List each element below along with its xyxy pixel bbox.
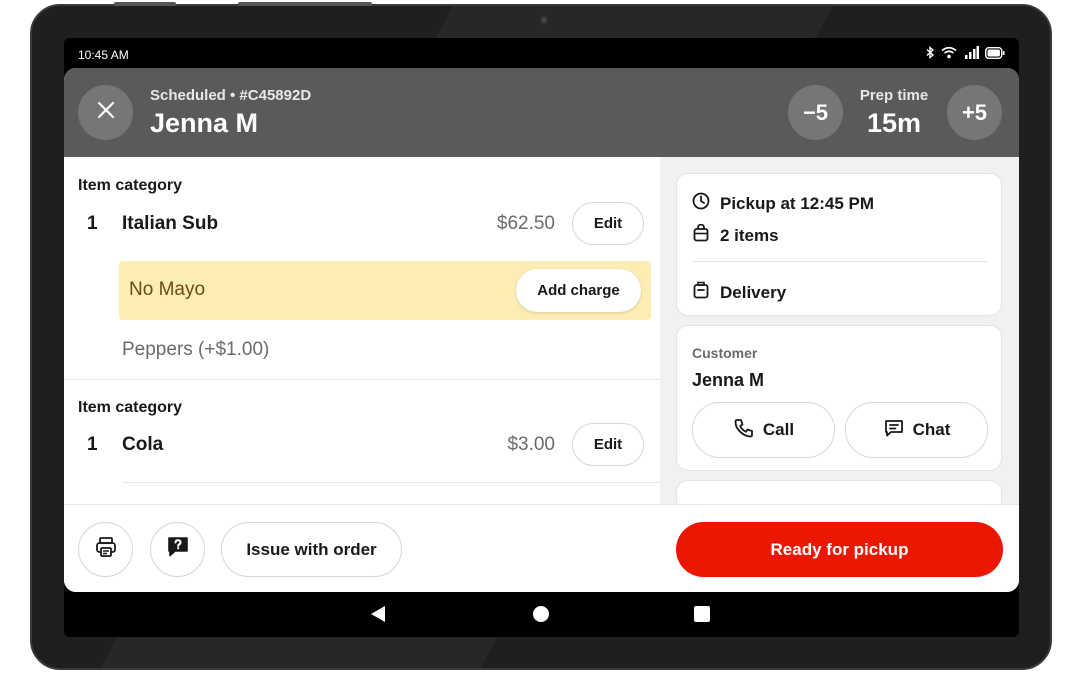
item-quantity: 1 (87, 213, 98, 234)
print-button[interactable] (78, 522, 133, 577)
status-bar: 10:45 AM (64, 38, 1019, 68)
close-icon (97, 101, 115, 124)
prep-time-increase-button[interactable]: +5 (947, 85, 1002, 140)
chat-icon (883, 417, 905, 444)
item-name: Cola (122, 434, 164, 455)
edit-item-button[interactable]: Edit (572, 202, 644, 245)
customer-name: Jenna M (692, 370, 765, 390)
android-nav-bar (64, 592, 1019, 637)
order-items-panel: Item category 1 Italian Sub $62.50 Edit … (64, 157, 660, 504)
add-charge-button[interactable]: Add charge (516, 269, 641, 312)
item-category-label: Item category (78, 399, 183, 416)
order-customer-name: Jenna M (150, 108, 259, 138)
help-chat-icon (165, 534, 191, 565)
call-button[interactable]: Call (692, 402, 835, 458)
battery-icon (984, 46, 1005, 62)
note-text: No Mayo (129, 279, 206, 300)
screen: 10:45 AM Scheduled • #C45892D Jenna M −5… (64, 38, 1019, 637)
card-divider (692, 261, 987, 262)
item-category-label: Item category (78, 177, 183, 194)
tablet-frame: 10:45 AM Scheduled • #C45892D Jenna M −5… (30, 2, 1052, 670)
issue-with-order-button[interactable]: Issue with order (221, 522, 402, 577)
close-button[interactable] (78, 85, 133, 140)
volume-button (114, 2, 176, 6)
customer-label: Customer (692, 345, 758, 361)
item-name: Italian Sub (122, 213, 219, 234)
ready-for-pickup-button[interactable]: Ready for pickup (676, 522, 1003, 577)
order-action-bar: Issue with order Ready for pickup (64, 504, 1019, 592)
status-icons (925, 46, 1005, 62)
item-divider (122, 482, 660, 483)
item-quantity: 1 (87, 434, 98, 455)
power-button (238, 2, 372, 6)
wifi-icon (941, 46, 957, 62)
recents-nav-icon[interactable] (694, 606, 710, 622)
order-header: Scheduled • #C45892D Jenna M −5 Prep tim… (64, 68, 1019, 157)
item-price: $3.00 (507, 434, 555, 455)
help-chat-button[interactable] (150, 522, 205, 577)
order-detail-app: Scheduled • #C45892D Jenna M −5 Prep tim… (64, 68, 1019, 592)
special-instruction-note: No Mayo Add charge (119, 261, 651, 320)
status-time: 10:45 AM (78, 48, 129, 62)
item-price: $62.50 (496, 213, 555, 234)
prep-time-decrease-button[interactable]: −5 (788, 85, 843, 140)
fulfillment-text: Delivery (720, 282, 787, 302)
item-count-text: 2 items (720, 225, 779, 245)
edit-item-button[interactable]: Edit (572, 423, 644, 466)
prep-time-label: Prep time (859, 87, 929, 104)
peek-card (676, 480, 1002, 504)
prep-time-value: 15m (866, 108, 922, 138)
order-info-panel: Pickup at 12:45 PM 2 items Delivery Cust… (660, 157, 1019, 504)
clock-icon (692, 192, 710, 215)
call-label: Call (762, 420, 795, 439)
pickup-time-row: Pickup at 12:45 PM (692, 192, 874, 215)
chat-button[interactable]: Chat (845, 402, 988, 458)
order-meta: Scheduled • #C45892D (150, 87, 312, 104)
signal-icon (963, 46, 979, 62)
back-nav-icon[interactable] (371, 606, 385, 622)
printer-icon (94, 535, 118, 564)
order-summary-card: Pickup at 12:45 PM 2 items Delivery (676, 173, 1002, 316)
item-modifier: Peppers (+$1.00) (122, 339, 270, 360)
delivery-bag-icon (692, 281, 710, 304)
bag-icon (692, 223, 710, 247)
home-nav-icon[interactable] (533, 606, 549, 622)
fulfillment-row: Delivery (692, 281, 786, 304)
item-divider (64, 379, 660, 380)
pickup-time-text: Pickup at 12:45 PM (720, 193, 875, 213)
item-count-row: 2 items (692, 223, 779, 247)
front-camera (539, 15, 549, 25)
chat-label: Chat (912, 420, 951, 439)
phone-icon (733, 417, 755, 444)
bluetooth-icon (925, 46, 935, 62)
customer-card: Customer Jenna M Call Chat (676, 325, 1002, 471)
